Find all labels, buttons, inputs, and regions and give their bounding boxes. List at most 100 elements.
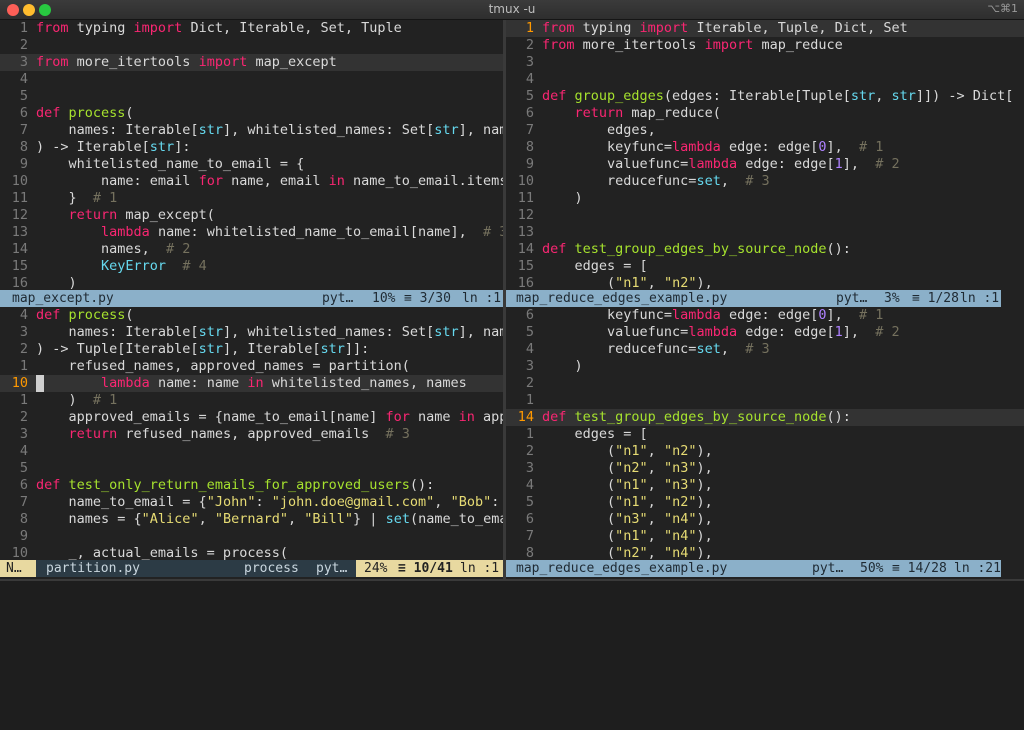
code-token: , [648,511,664,527]
code-line[interactable]: 2 [506,375,1024,392]
code-line[interactable]: 9 whitelisted_name_to_email = { [0,156,503,173]
code-token [36,426,69,442]
code-line[interactable]: 3from more_itertools import map_except [0,54,503,71]
code-text: ) [542,190,583,207]
code-line[interactable]: 8) -> Iterable[str]: [0,139,503,156]
code-line[interactable]: 1 [506,392,1024,409]
code-token: } | [353,511,386,527]
status-line-top-right: map_reduce_edges_example.py pyt… 3% ≡ 1/… [506,290,1001,307]
code-line[interactable]: 2) -> Tuple[Iterable[str], Iterable[str]… [0,341,503,358]
code-line[interactable]: 7 ("n1", "n4"), [506,528,1024,545]
code-line[interactable]: 3 ("n2", "n3"), [506,460,1024,477]
code-line[interactable]: 7 name_to_email = {"John": "john.doe@gma… [0,494,503,511]
code-line[interactable]: 15 KeyError # 4 [0,258,503,275]
code-line[interactable]: 10 name: email for name, email in name_t… [0,173,503,190]
code-token: "Bernard" [215,511,288,527]
code-line[interactable]: 4def process( [0,307,503,324]
code-line[interactable]: 1 ) # 1 [0,392,503,409]
pane-top-left-editor[interactable]: 1from typing import Dict, Iterable, Set,… [0,20,503,292]
pane-bottom-right-editor[interactable]: 6 keyfunc=lambda edge: edge[0], # 15 val… [506,307,1024,562]
code-text: name: email for name, email in name_to_e… [36,173,503,190]
code-line[interactable]: 3 names: Iterable[str], whitelisted_name… [0,324,503,341]
code-line[interactable]: 7 edges, [506,122,1024,139]
code-line[interactable]: 8 keyfunc=lambda edge: edge[0], # 1 [506,139,1024,156]
code-line[interactable]: 4 [0,71,503,88]
line-number: 10 [0,375,28,392]
line-number: 7 [0,122,28,139]
code-line[interactable]: 15 edges = [ [506,258,1024,275]
code-line[interactable]: 6def test_only_return_emails_for_approve… [0,477,503,494]
code-line[interactable]: 5 [0,460,503,477]
code-line[interactable]: 4 reducefunc=set, # 3 [506,341,1024,358]
code-line[interactable]: 8 names = {"Alice", "Bernard", "Bill"} |… [0,511,503,528]
code-line[interactable]: 2 [0,37,503,54]
code-token: name_to_email = { [36,494,207,510]
line-number: 1 [0,358,28,375]
line-number: 9 [0,528,28,545]
code-line[interactable]: 13 [506,224,1024,241]
code-token: name: name [158,375,247,391]
code-line[interactable]: 14 names, # 2 [0,241,503,258]
code-line[interactable]: 3 return refused_names, approved_emails … [0,426,503,443]
code-token: "n3" [664,477,697,493]
code-token: test_group_edges_by_source_node [575,409,827,425]
code-line[interactable]: 1 edges = [ [506,426,1024,443]
code-token: process [69,105,126,121]
code-token: lambda [672,307,729,323]
code-line[interactable]: 9 valuefunc=lambda edge: edge[1], # 2 [506,156,1024,173]
code-line[interactable]: 2 ("n1", "n2"), [506,443,1024,460]
code-line[interactable]: 4 ("n1", "n3"), [506,477,1024,494]
code-line[interactable]: 5def group_edges(edges: Iterable[Tuple[s… [506,88,1024,105]
code-line[interactable]: 11 } # 1 [0,190,503,207]
code-text: edges, [542,122,656,139]
code-line[interactable]: 3 [506,54,1024,71]
status-column: ln :1 [462,290,501,307]
code-token: # 3 [386,426,410,442]
code-line[interactable]: 10 lambda name: name in whitelisted_name… [0,375,503,392]
line-number: 7 [506,122,534,139]
code-line[interactable]: 3 ) [506,358,1024,375]
code-token: "Bob" [451,494,492,510]
code-token: (name_to_ema [410,511,503,527]
code-token: "john.doe@gmail.com" [272,494,435,510]
code-line[interactable]: 4 [506,71,1024,88]
code-line[interactable]: 6 ("n3", "n4"), [506,511,1024,528]
code-line[interactable]: 6def process( [0,105,503,122]
code-line[interactable]: 5 valuefunc=lambda edge: edge[1], # 2 [506,324,1024,341]
code-line[interactable]: 10 reducefunc=set, # 3 [506,173,1024,190]
code-line[interactable]: 1from typing import Iterable, Tuple, Dic… [506,20,1024,37]
code-token: ], [843,324,876,340]
line-number: 2 [0,341,28,358]
code-token: # 1 [93,392,117,408]
code-line[interactable]: 5 ("n1", "n2"), [506,494,1024,511]
code-line[interactable]: 1 refused_names, approved_names = partit… [0,358,503,375]
code-line[interactable]: 1from typing import Dict, Iterable, Set,… [0,20,503,37]
code-line[interactable]: 2 approved_emails = {name_to_email[name]… [0,409,503,426]
line-number: 11 [506,190,534,207]
code-token: str [434,122,458,138]
code-line[interactable]: 14def test_group_edges_by_source_node(): [506,409,1024,426]
code-line[interactable]: 11 ) [506,190,1024,207]
pane-top-right-editor[interactable]: 1from typing import Iterable, Tuple, Dic… [506,20,1024,292]
window-shortcut: ⌥⌘1 [987,2,1018,15]
line-number: 2 [0,409,28,426]
code-line[interactable]: 5 [0,88,503,105]
code-token: map_reduce( [631,105,720,121]
code-line[interactable]: 7 names: Iterable[str], whitelisted_name… [0,122,503,139]
code-token: lambda [101,224,158,240]
code-line[interactable]: 12 [506,207,1024,224]
pane-bottom-left-editor[interactable]: 4def process(3 names: Iterable[str], whi… [0,307,503,562]
code-line[interactable]: 6 keyfunc=lambda edge: edge[0], # 1 [506,307,1024,324]
code-token: whitelisted_name_to_email = { [36,156,304,172]
code-line[interactable]: 9 [0,528,503,545]
line-number: 14 [506,409,534,426]
code-token: name: email [36,173,199,189]
code-line[interactable]: 2from more_itertools import map_reduce [506,37,1024,54]
code-token: ], nam [459,122,503,138]
code-line[interactable]: 6 return map_reduce( [506,105,1024,122]
code-line[interactable]: 14def test_group_edges_by_source_node(): [506,241,1024,258]
code-token: reducefunc= [542,173,696,189]
code-line[interactable]: 13 lambda name: whitelisted_name_to_emai… [0,224,503,241]
code-line[interactable]: 12 return map_except( [0,207,503,224]
code-line[interactable]: 4 [0,443,503,460]
